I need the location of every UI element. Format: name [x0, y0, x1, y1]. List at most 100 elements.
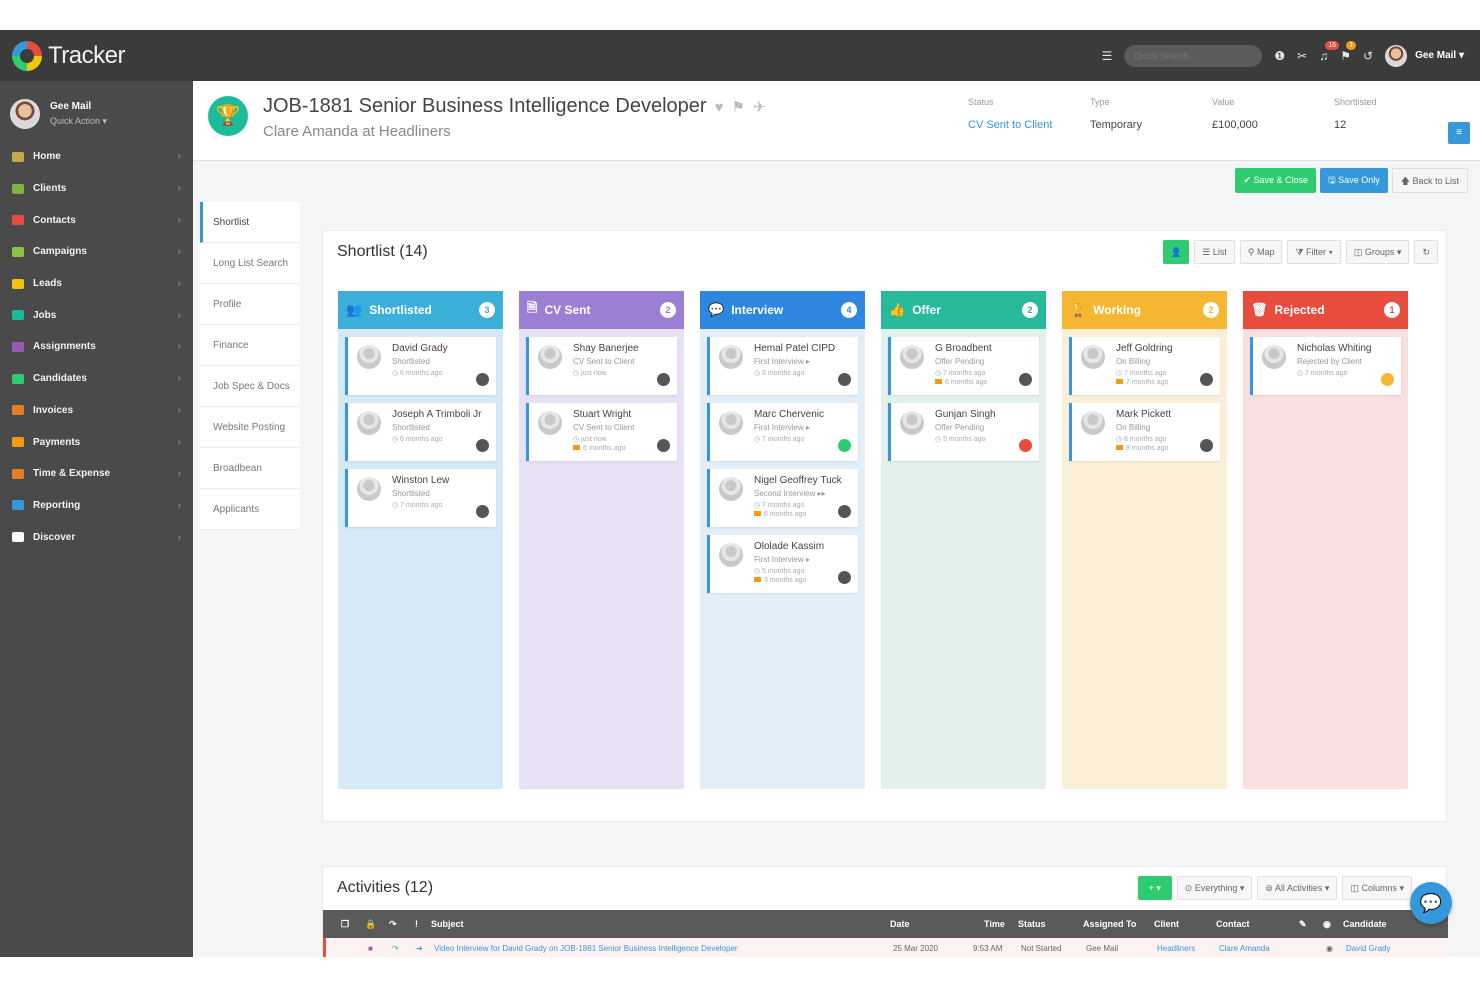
user-box[interactable]: Gee Mail Quick Action ▾	[0, 81, 193, 141]
candidate-card[interactable]: Mark Pickett On Billing ◷ 8 months ago 8 mo…	[1069, 403, 1220, 461]
logo[interactable]: Tracker	[0, 30, 193, 81]
column-header[interactable]: 💬 Interview 4	[700, 291, 865, 329]
job-subtitle[interactable]: Clare Amanda at Headliners	[263, 123, 451, 140]
activity-contact[interactable]: Clare Amanda	[1219, 944, 1270, 953]
candidate-card[interactable]: Nicholas Whiting Rejected by Client ◷ 7 mo…	[1250, 337, 1401, 395]
sidebar-item-payments[interactable]: Payments ›	[0, 426, 193, 458]
sidebar-item-clients[interactable]: Clients ›	[0, 173, 193, 205]
tab-broadbean[interactable]: Broadbean	[200, 448, 300, 489]
status-dot[interactable]	[1019, 373, 1032, 386]
candidate-card[interactable]: Ololade Kassim First Interview ▸ ◷ 5 month…	[707, 535, 858, 593]
filter-dropdown[interactable]: ⧩ Filter ▾	[1287, 240, 1341, 264]
tab-profile[interactable]: Profile	[200, 284, 300, 325]
column-header[interactable]: 👥 Shortlisted 3	[338, 291, 503, 329]
candidate-name[interactable]: Shay Banerjee	[573, 343, 671, 354]
save-only-button[interactable]: 🖫 Save Only	[1320, 168, 1388, 193]
columns-dropdown[interactable]: ◫ Columns ▾	[1342, 876, 1412, 900]
flag-icon[interactable]: ⚑ 1	[1340, 40, 1357, 63]
status-dot[interactable]	[1019, 439, 1032, 452]
candidate-name[interactable]: Ololade Kassim	[754, 541, 852, 552]
candidate-card[interactable]: Shay Banerjee CV Sent to Client ◷ just now	[526, 337, 677, 395]
candidate-card[interactable]: Winston Lew Shortlisted ◷ 7 months ago	[345, 469, 496, 527]
activity-client[interactable]: Headliners	[1157, 944, 1195, 953]
list-view-button[interactable]: ☰ List	[1194, 240, 1235, 264]
tab-website-posting[interactable]: Website Posting	[200, 407, 300, 448]
tab-shortlist[interactable]: Shortlist	[200, 202, 300, 243]
candidate-card[interactable]: David Grady Shortlisted ◷ 6 months ago	[345, 337, 496, 395]
topbar-user-menu[interactable]: Gee Mail ▾	[1385, 44, 1464, 67]
notifications-icon[interactable]: ♫ 16	[1319, 40, 1340, 63]
candidate-name[interactable]: Jeff Goldring	[1116, 343, 1214, 354]
groups-dropdown[interactable]: ◫ Groups ▾	[1345, 240, 1410, 264]
table-row[interactable]: ■ ↷ ➔ Video Interview for David Grady on…	[323, 938, 1448, 957]
add-activity-button[interactable]: + ▾	[1137, 876, 1172, 900]
chat-button[interactable]: 💬	[1410, 882, 1452, 924]
activity-candidate[interactable]: David Grady	[1346, 944, 1390, 953]
status-dot[interactable]	[838, 373, 851, 386]
col-status[interactable]: Status	[1018, 919, 1046, 929]
status-dot[interactable]	[1381, 373, 1394, 386]
candidate-name[interactable]: Nigel Geoffrey Tuck	[754, 475, 852, 486]
candidate-card[interactable]: Nigel Geoffrey Tuck Second Interview ▸▸ ◷ …	[707, 469, 858, 527]
status-dot[interactable]	[476, 505, 489, 518]
forward-icon[interactable]: ↷	[389, 919, 397, 930]
attachment-icon[interactable]: ✎	[1299, 919, 1307, 930]
sidebar-item-campaigns[interactable]: Campaigns ›	[0, 236, 193, 268]
sidebar-item-contacts[interactable]: Contacts ›	[0, 204, 193, 236]
eye-icon[interactable]: ◉	[1326, 944, 1333, 953]
candidate-name[interactable]: Joseph A Trimboli Jr	[392, 409, 490, 420]
col-client[interactable]: Client	[1154, 919, 1179, 929]
sidebar-item-leads[interactable]: Leads ›	[0, 268, 193, 300]
sidebar-item-candidates[interactable]: Candidates ›	[0, 363, 193, 395]
candidate-name[interactable]: Winston Lew	[392, 475, 490, 486]
quick-action-menu[interactable]: Quick Action ▾	[50, 116, 107, 127]
tools-icon[interactable]: ✂	[1297, 49, 1307, 63]
candidate-card[interactable]: G Broadbent Offer Pending ◷ 7 months ago 6 …	[888, 337, 1039, 395]
column-header[interactable]: 🗑 Rejected 1	[1243, 291, 1408, 329]
hamburger-icon[interactable]: ☰	[1102, 49, 1113, 63]
candidate-card[interactable]: Joseph A Trimboli Jr Shortlisted ◷ 6 month…	[345, 403, 496, 461]
copy-icon[interactable]: ❐	[341, 919, 349, 930]
status-dot[interactable]	[657, 373, 670, 386]
column-header[interactable]: 👍 Offer 2	[881, 291, 1046, 329]
priority-icon[interactable]: !	[415, 919, 418, 929]
status-dot[interactable]	[838, 439, 851, 452]
tab-long-list-search[interactable]: Long List Search	[200, 243, 300, 284]
candidate-card[interactable]: Jeff Goldring On Billing ◷ 7 months ago 7 m…	[1069, 337, 1220, 395]
col-time[interactable]: Time	[984, 919, 1005, 929]
sidebar-item-assignments[interactable]: Assignments ›	[0, 331, 193, 363]
everything-dropdown[interactable]: ⊙ Everything ▾	[1176, 876, 1253, 900]
tab-applicants[interactable]: Applicants	[200, 489, 300, 530]
col-contact[interactable]: Contact	[1216, 919, 1250, 929]
col-assigned[interactable]: Assigned To	[1083, 919, 1136, 929]
candidate-card[interactable]: Gunjan Singh Offer Pending ◷ 5 months ago	[888, 403, 1039, 461]
refresh-button[interactable]: ↻	[1414, 240, 1438, 264]
add-candidate-button[interactable]: 👤	[1163, 240, 1190, 264]
back-to-list-button[interactable]: 🡅 Back to List	[1391, 168, 1468, 193]
tab-job-spec-docs[interactable]: Job Spec & Docs	[200, 366, 300, 407]
column-header[interactable]: 🏆 Working 2	[1062, 291, 1227, 329]
info-icon[interactable]: ❶	[1274, 49, 1285, 63]
all-activities-dropdown[interactable]: ⊜ All Activities ▾	[1257, 876, 1338, 900]
history-icon[interactable]: ↺	[1363, 49, 1373, 63]
save-close-button[interactable]: ✔ Save & Close	[1235, 168, 1317, 193]
col-candidate[interactable]: Candidate	[1343, 919, 1387, 929]
candidate-name[interactable]: Nicholas Whiting	[1297, 343, 1395, 354]
activity-subject[interactable]: Video Interview for David Grady on JOB-1…	[434, 944, 738, 953]
header-menu-button[interactable]: ≡	[1448, 122, 1470, 144]
candidate-name[interactable]: Gunjan Singh	[935, 409, 1033, 420]
map-view-button[interactable]: ⚲ Map	[1239, 240, 1283, 264]
status-dot[interactable]	[838, 571, 851, 584]
sidebar-item-reporting[interactable]: Reporting ›	[0, 490, 193, 522]
candidate-name[interactable]: Stuart Wright	[573, 409, 671, 420]
tab-finance[interactable]: Finance	[200, 325, 300, 366]
col-subject[interactable]: Subject	[431, 919, 464, 929]
lock-icon[interactable]: 🔒	[365, 919, 376, 930]
candidate-name[interactable]: Mark Pickett	[1116, 409, 1214, 420]
sidebar-item-time-expense[interactable]: Time & Expense ›	[0, 458, 193, 490]
candidate-name[interactable]: Hemal Patel CIPD	[754, 343, 852, 354]
candidate-name[interactable]: G Broadbent	[935, 343, 1033, 354]
sidebar-item-home[interactable]: Home ›	[0, 141, 193, 173]
status-dot[interactable]	[476, 439, 489, 452]
quick-search-input[interactable]	[1124, 44, 1263, 67]
